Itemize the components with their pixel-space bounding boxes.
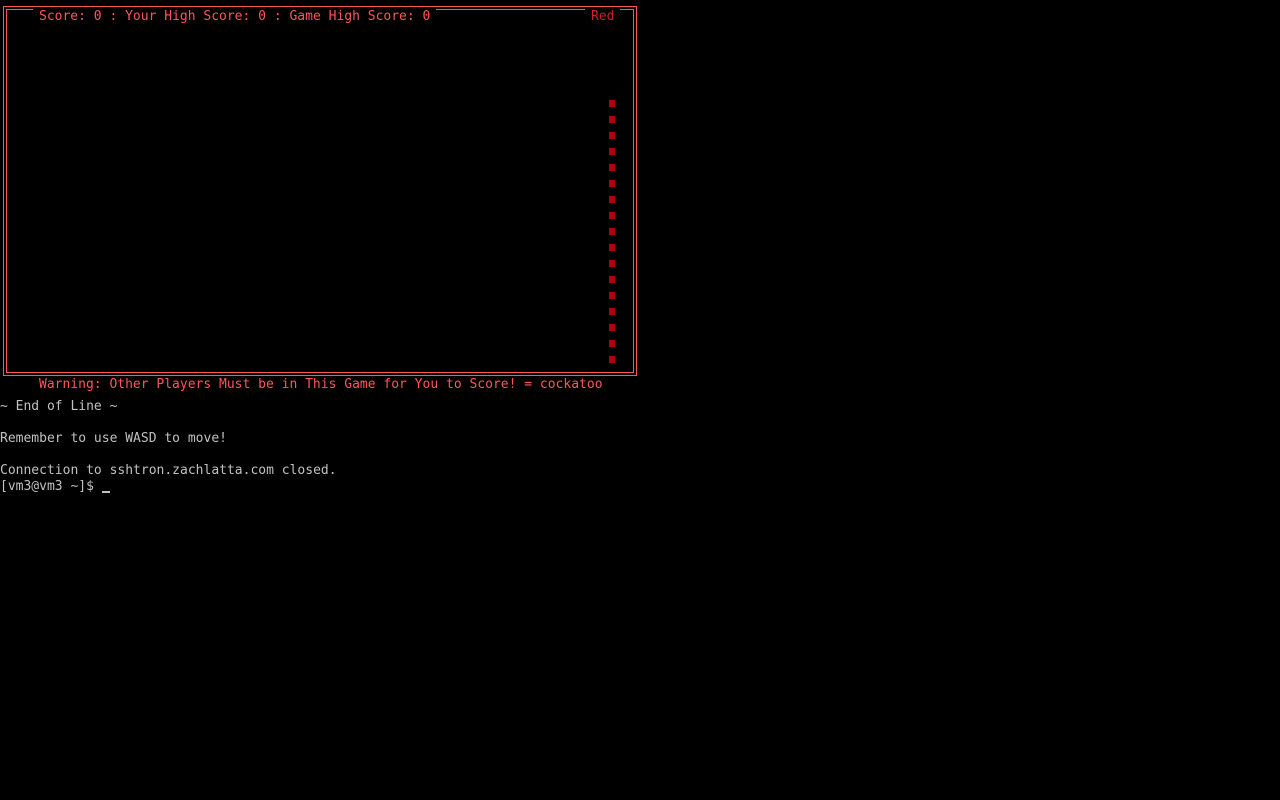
reminder-text: Remember to use WASD to move! xyxy=(0,431,227,446)
end-of-line-text: ~ End of Line ~ xyxy=(0,399,118,414)
score-bar: Score: 0 : Your High Score: 0 : Game Hig… xyxy=(33,9,437,25)
score-label: Score: 0 xyxy=(39,9,102,24)
shell-prompt-line[interactable]: [vm3@vm3 ~]$ xyxy=(0,479,110,495)
your-high-score-label: Your High Score: 0 xyxy=(125,9,266,24)
terminal-window[interactable]: Score: 0 : Your High Score: 0 : Game Hig… xyxy=(0,0,1280,800)
separator: : xyxy=(101,9,126,24)
game-high-score-label: Game High Score: 0 xyxy=(289,9,431,24)
text-cursor xyxy=(101,491,110,493)
player-color-label: Red xyxy=(585,9,621,25)
shell-prompt: [vm3@vm3 ~]$ xyxy=(0,479,102,494)
connection-closed-text: Connection to sshtron.zachlatta.com clos… xyxy=(0,463,337,478)
separator: : xyxy=(266,9,290,24)
warning-message: Warning: Other Players Must be in This G… xyxy=(33,377,609,393)
game-arena: Score: 0 : Your High Score: 0 : Game Hig… xyxy=(3,6,637,393)
